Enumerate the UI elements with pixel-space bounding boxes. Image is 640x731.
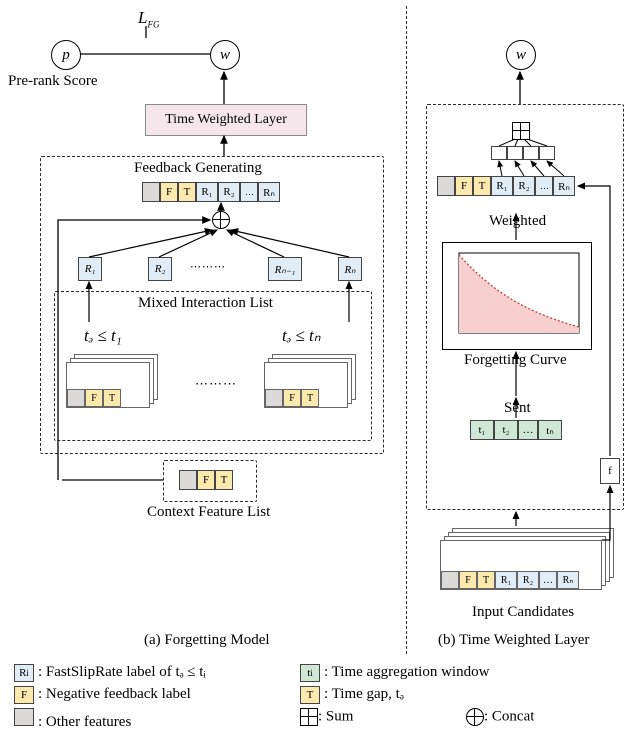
b-t: T (473, 176, 491, 196)
t1: t₁ (470, 420, 494, 440)
feat-rn: Rₙ (258, 182, 280, 202)
caption-b: (b) Time Weighted Layer (438, 632, 589, 649)
forgetting-label: Forgetting Curve (464, 352, 567, 369)
input-label: Input Candidates (472, 604, 574, 621)
legend-ti: ti: Time aggregation window (300, 664, 489, 682)
feat-t: T (178, 182, 196, 202)
caption-a: (a) Forgetting Model (144, 632, 270, 649)
b-other (437, 176, 455, 196)
legend-concat: : Concat (466, 708, 534, 726)
node-rn: Rₙ (338, 257, 362, 281)
time-weighted-box: Time Weighted Layer (145, 104, 307, 136)
forgetting-curve-plot (443, 243, 591, 349)
legend-t: T: Time gap, tₔ (300, 686, 404, 704)
column-divider (406, 6, 407, 654)
sent-label: Sent (504, 400, 531, 417)
p-node: p (51, 40, 81, 70)
loss-label: LFG (138, 8, 159, 29)
context-label: Context Feature List (147, 504, 270, 521)
node-r1: R₁ (78, 257, 102, 281)
time-row: t₁ t₂ … tₙ (470, 420, 562, 440)
node-rn1: Rₙ₋₁ (268, 257, 302, 281)
feat-f: F (160, 182, 178, 202)
feature-row-b: F T R₁ R₂ … Rₙ (437, 176, 575, 196)
legend-f: F: Negative feedback label (14, 686, 191, 704)
node-r2: R₂ (148, 257, 172, 281)
feat-dots: … (240, 182, 258, 202)
node-dots: ⋯⋯⋯ (190, 260, 226, 273)
context-row: F T (179, 470, 233, 490)
tdots: … (518, 420, 538, 440)
ctx-t: T (215, 470, 233, 490)
mixlist-dots: ⋯⋯⋯ (195, 376, 237, 392)
card-stack-1: F T (66, 354, 154, 410)
b-rn: Rₙ (553, 176, 575, 196)
t2: t₂ (494, 420, 518, 440)
cond1: tₔ ≤ t₁ (84, 326, 122, 346)
mixlist-label: Mixed Interaction List (138, 295, 273, 312)
concat-node (212, 211, 230, 234)
weighted-label: Weighted (489, 213, 546, 230)
b-f: F (455, 176, 473, 196)
forgetting-curve-box (442, 242, 592, 350)
condn: tₔ ≤ tₙ (282, 326, 321, 346)
b-r2: R₂ (513, 176, 535, 196)
sum-bars (491, 146, 555, 160)
legend-ri: Ri: FastSlipRate label of tₔ ≤ tᵢ (14, 664, 206, 682)
tn: tₙ (538, 420, 562, 440)
diagram-root: LFG p Pre-rank Score w Time Weighted Lay… (0, 0, 640, 724)
legend-other: : Other features (14, 708, 131, 731)
w-node-b: w (506, 40, 536, 70)
ctx-other (179, 470, 197, 490)
feedback-row: F T R₁ R₂ … Rₙ (142, 182, 280, 202)
f-box: f (600, 458, 620, 484)
b-dots: … (535, 176, 553, 196)
feat-other (142, 182, 160, 202)
feat-r2: R₂ (218, 182, 240, 202)
sum-node (512, 122, 530, 145)
legend-sum: : Sum (300, 708, 353, 726)
card-stack-n: F T (264, 354, 352, 410)
input-stack: F T R₁ R₂ … Rₙ (440, 528, 616, 598)
ctx-f: F (197, 470, 215, 490)
b-r1: R₁ (491, 176, 513, 196)
prerank-label: Pre-rank Score (8, 73, 98, 90)
w-node-a: w (210, 40, 240, 70)
feat-r1: R₁ (196, 182, 218, 202)
feedback-gen-label: Feedback Generating (134, 160, 262, 177)
